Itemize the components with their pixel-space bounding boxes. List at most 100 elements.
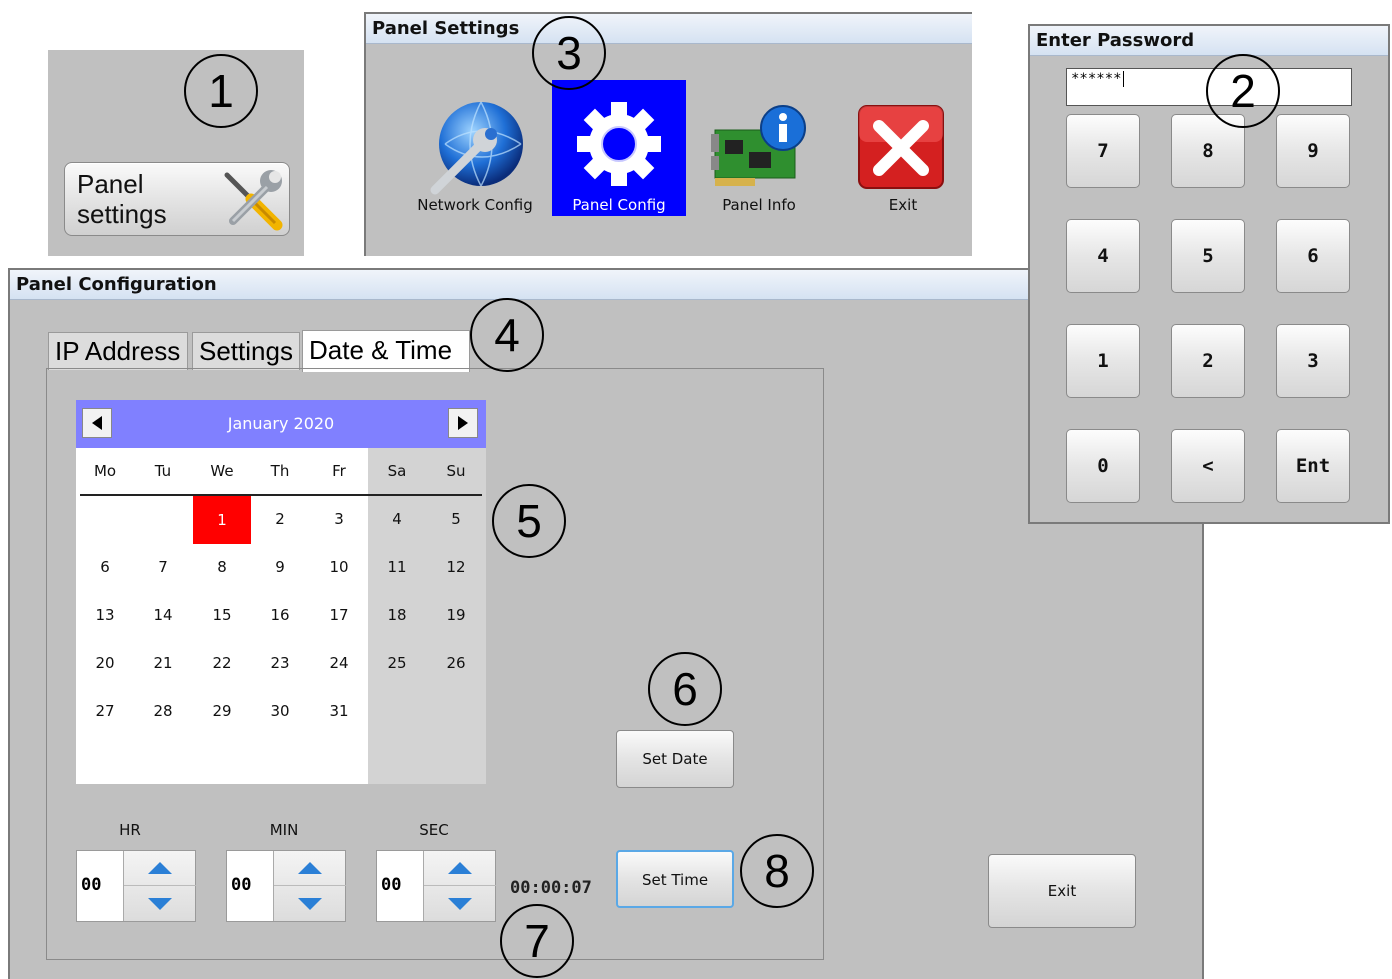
hr-up-button[interactable]	[124, 851, 196, 886]
calendar-day[interactable]: 30	[251, 702, 309, 720]
hr-label: HR	[119, 821, 141, 839]
calendar-day[interactable]: 25	[368, 654, 426, 672]
min-label: MIN	[269, 821, 299, 839]
calendar-day[interactable]: 15	[193, 606, 251, 624]
arrow-down-icon	[148, 897, 172, 910]
gear-icon	[577, 102, 661, 186]
tab-ip-address[interactable]: IP Address	[48, 332, 188, 370]
key-0[interactable]: 0	[1066, 429, 1140, 503]
sec-spinner[interactable]: 00	[376, 850, 496, 922]
calendar-day[interactable]: 2	[251, 510, 309, 528]
calendar-day[interactable]: 17	[310, 606, 368, 624]
key-backspace[interactable]: <	[1171, 429, 1245, 503]
calendar-day[interactable]: 21	[134, 654, 192, 672]
min-down-button[interactable]	[274, 886, 346, 921]
callout-6: 6	[648, 652, 722, 726]
calendar-day[interactable]: 14	[134, 606, 192, 624]
panel-settings-button[interactable]: Panel settings	[64, 162, 290, 236]
arrow-down-icon	[448, 897, 472, 910]
calendar-day[interactable]: 9	[251, 558, 309, 576]
current-time-readout: 00:00:07	[510, 878, 592, 898]
key-3[interactable]: 3	[1276, 324, 1350, 398]
min-spinner[interactable]: 00	[226, 850, 346, 922]
exit-label: Exit	[888, 196, 918, 214]
key-1[interactable]: 1	[1066, 324, 1140, 398]
calendar-day[interactable]: 3	[310, 510, 368, 528]
calendar-day[interactable]: 22	[193, 654, 251, 672]
panel-info-item[interactable]: Panel Info	[692, 80, 826, 216]
callout-5: 5	[492, 484, 566, 558]
calendar-day[interactable]: 23	[251, 654, 309, 672]
calendar-day[interactable]: 5	[427, 510, 485, 528]
arrow-up-icon	[298, 862, 322, 874]
arrow-up-icon	[448, 862, 472, 874]
calendar-day[interactable]: 6	[76, 558, 134, 576]
arrow-up-icon	[148, 862, 172, 874]
enter-password-title: Enter Password	[1030, 26, 1388, 56]
callout-4: 4	[470, 298, 544, 372]
callout-7: 7	[500, 904, 574, 978]
hr-value[interactable]: 00	[81, 875, 101, 895]
arrow-down-icon	[298, 897, 322, 910]
calendar-day-selected[interactable]: 1	[193, 496, 251, 544]
panel-settings-window: Panel Settings Network Config Panel Conf…	[364, 12, 972, 256]
key-6[interactable]: 6	[1276, 219, 1350, 293]
weekday-label: Mo	[93, 462, 117, 480]
password-value: ******	[1071, 71, 1122, 87]
calendar: January 2020 Mo Tu We Th Fr Sa Su 1 2 3 …	[76, 400, 486, 784]
calendar-day[interactable]: 4	[368, 510, 426, 528]
weekday-label: Tu	[154, 462, 172, 480]
calendar-month-label: January 2020	[227, 414, 335, 433]
calendar-day[interactable]: 26	[427, 654, 485, 672]
hr-down-button[interactable]	[124, 886, 196, 921]
next-arrow-icon	[458, 416, 468, 430]
calendar-day[interactable]: 11	[368, 558, 426, 576]
calendar-day[interactable]: 7	[134, 558, 192, 576]
hr-spinner[interactable]: 00	[76, 850, 196, 922]
calendar-day[interactable]: 27	[76, 702, 134, 720]
panel-config-item[interactable]: Panel Config	[552, 80, 686, 216]
key-7[interactable]: 7	[1066, 114, 1140, 188]
next-month-button[interactable]	[448, 408, 478, 438]
min-up-button[interactable]	[274, 851, 346, 886]
exit-item[interactable]: Exit	[836, 80, 970, 216]
set-time-button[interactable]: Set Time	[616, 850, 734, 908]
sec-value[interactable]: 00	[381, 875, 401, 895]
tab-date-time[interactable]: Date & Time	[302, 330, 470, 372]
key-4[interactable]: 4	[1066, 219, 1140, 293]
calendar-day[interactable]: 28	[134, 702, 192, 720]
min-value[interactable]: 00	[231, 875, 251, 895]
network-config-item[interactable]: Network Config	[408, 80, 542, 216]
sec-up-button[interactable]	[424, 851, 496, 886]
key-5[interactable]: 5	[1171, 219, 1245, 293]
key-9[interactable]: 9	[1276, 114, 1350, 188]
calendar-divider	[80, 494, 482, 496]
weekday-label: Sa	[387, 462, 407, 480]
globe-wrench-icon	[430, 101, 523, 195]
key-enter[interactable]: Ent	[1276, 429, 1350, 503]
calendar-day[interactable]: 20	[76, 654, 134, 672]
weekday-label: Su	[446, 462, 466, 480]
calendar-day[interactable]: 19	[427, 606, 485, 624]
tab-settings[interactable]: Settings	[192, 332, 300, 370]
calendar-day[interactable]: 10	[310, 558, 368, 576]
network-config-label: Network Config	[417, 196, 533, 214]
calendar-day[interactable]: 24	[310, 654, 368, 672]
calendar-day[interactable]: 29	[193, 702, 251, 720]
calendar-day[interactable]: 12	[427, 558, 485, 576]
calendar-day[interactable]: 18	[368, 606, 426, 624]
calendar-day[interactable]: 16	[251, 606, 309, 624]
set-date-button[interactable]: Set Date	[616, 730, 734, 788]
callout-1: 1	[184, 54, 258, 128]
callout-3: 3	[532, 16, 606, 90]
calendar-header: January 2020	[76, 400, 486, 448]
weekday-label: Th	[270, 462, 290, 480]
sec-down-button[interactable]	[424, 886, 496, 921]
calendar-day[interactable]: 13	[76, 606, 134, 624]
weekday-label: Fr	[332, 462, 346, 480]
exit-button[interactable]: Exit	[988, 854, 1136, 928]
calendar-day[interactable]: 8	[193, 558, 251, 576]
calendar-day[interactable]: 31	[310, 702, 368, 720]
key-2[interactable]: 2	[1171, 324, 1245, 398]
callout-8: 8	[740, 834, 814, 908]
